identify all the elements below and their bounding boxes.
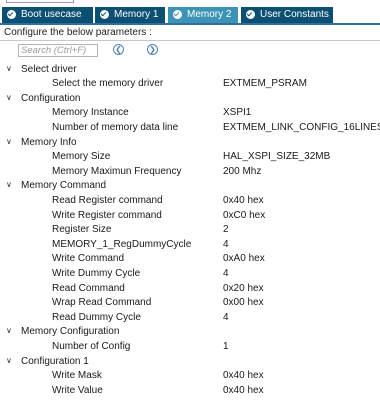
parameter-value[interactable]: HAL_XSPI_SIZE_32MB xyxy=(223,150,330,164)
section-header[interactable]: ∨ Memory Info xyxy=(0,136,380,151)
parameter-row[interactable]: Select the memory driver EXTMEM_PSRAM xyxy=(0,77,380,92)
chevron-down-icon[interactable]: ∨ xyxy=(6,62,12,76)
check-icon xyxy=(100,10,109,19)
search-input[interactable]: Search (Ctrl+F) xyxy=(18,44,98,57)
section-title: Memory Info xyxy=(21,136,77,148)
chevron-down-icon[interactable]: ∨ xyxy=(6,354,12,368)
parameter-name: Number of Config xyxy=(52,340,131,352)
parameter-name: Write Dummy Cycle xyxy=(52,267,141,279)
check-icon xyxy=(7,10,16,19)
parameter-row[interactable]: Number of memory data line EXTMEM_LINK_CO… xyxy=(0,121,380,136)
parameter-name: Write Mask xyxy=(52,370,102,382)
parameter-name: Memory Size xyxy=(52,151,111,163)
section-header[interactable]: ∨ Select driver xyxy=(0,63,380,78)
parameter-value[interactable]: XSPI1 xyxy=(223,106,251,120)
section-header[interactable]: ∨ Memory Configuration xyxy=(0,325,380,340)
parameter-value[interactable]: 4 xyxy=(223,267,229,281)
parameter-name: Read Dummy Cycle xyxy=(52,311,141,323)
parameter-value[interactable]: 4 xyxy=(223,238,229,252)
parameter-name: Wrap Read Command xyxy=(52,297,152,309)
parameter-value[interactable]: 0x20 hex xyxy=(223,282,264,296)
parameter-row[interactable]: Read Dummy Cycle 4 xyxy=(0,311,380,326)
section-header[interactable]: ∨ Memory Command xyxy=(0,179,380,194)
parameter-value[interactable]: EXTMEM_PSRAM xyxy=(223,77,307,91)
chevron-down-icon[interactable]: ∨ xyxy=(6,135,12,149)
check-icon xyxy=(246,10,255,19)
parameter-name: Number of memory data line xyxy=(52,121,179,133)
parameter-row[interactable]: Memory Maximun Frequency 200 Mhz xyxy=(0,165,380,180)
section-header[interactable]: ∨ Configuration xyxy=(0,92,380,107)
tab-memory-2[interactable]: Memory 2 xyxy=(168,7,238,23)
parameter-value[interactable]: 1 xyxy=(223,340,229,354)
parameter-row[interactable]: Write Dummy Cycle 4 xyxy=(0,267,380,282)
parameter-value[interactable]: 2 xyxy=(223,223,229,237)
check-icon xyxy=(173,10,182,19)
parameter-value[interactable]: 200 Mhz xyxy=(223,165,261,179)
parameter-row[interactable]: Memory Size HAL_XSPI_SIZE_32MB xyxy=(0,150,380,165)
parameter-value[interactable]: 0x40 hex xyxy=(223,384,264,398)
parameter-value[interactable]: 0x00 hex xyxy=(223,296,264,310)
section-title: Memory Configuration xyxy=(21,326,120,338)
section-title: Configuration 1 xyxy=(21,355,89,367)
parameter-name: Read Register command xyxy=(52,194,163,206)
tab-user-constants[interactable]: User Constants xyxy=(241,7,333,23)
tab-label: User Constants xyxy=(260,9,329,20)
parameter-row[interactable]: Write Register command 0xC0 hex xyxy=(0,209,380,224)
parameter-value[interactable]: EXTMEM_LINK_CONFIG_16LINES xyxy=(223,121,380,135)
parameter-row[interactable]: Memory Instance XSPI1 xyxy=(0,106,380,121)
tab-label: Boot usecase xyxy=(21,9,82,20)
tab-memory-1[interactable]: Memory 1 xyxy=(95,7,165,23)
parameter-name: Write Register command xyxy=(52,209,162,221)
parameter-row[interactable]: Read Command 0x20 hex xyxy=(0,282,380,297)
parameter-value[interactable]: 0xC0 hex xyxy=(223,209,265,223)
parameter-row[interactable]: Read Register command 0x40 hex xyxy=(0,194,380,209)
previous-match-icon[interactable]: ❮ xyxy=(113,44,124,55)
tab-label: Memory 1 xyxy=(114,9,159,20)
tab-underline xyxy=(0,23,380,25)
parameter-name: Register Size xyxy=(52,224,112,236)
instructions-text: Configure the below parameters : xyxy=(4,27,152,38)
parameter-row[interactable]: Register Size 2 xyxy=(0,223,380,238)
parameter-name: Select the memory driver xyxy=(52,78,164,90)
parameter-name: Read Command xyxy=(52,282,125,294)
parameter-row[interactable]: Wrap Read Command 0x00 hex xyxy=(0,296,380,311)
section-title: Configuration xyxy=(21,92,81,104)
parameter-name: MEMORY_1_RegDummyCycle xyxy=(52,238,192,250)
top-tab-edge xyxy=(6,0,74,3)
chevron-down-icon[interactable]: ∨ xyxy=(6,324,12,338)
parameter-row[interactable]: Write Command 0xA0 hex xyxy=(0,252,380,267)
parameter-value[interactable]: 0xA0 hex xyxy=(223,252,265,266)
next-match-icon[interactable]: ❯ xyxy=(147,44,158,55)
parameter-row[interactable]: MEMORY_1_RegDummyCycle 4 xyxy=(0,238,380,253)
parameter-row[interactable]: Write Value 0x40 hex xyxy=(0,384,380,399)
parameter-name: Memory Maximun Frequency xyxy=(52,165,182,177)
parameter-name: Write Value xyxy=(52,384,103,396)
chevron-down-icon[interactable]: ∨ xyxy=(6,91,12,105)
parameter-value[interactable]: 0x40 hex xyxy=(223,194,264,208)
divider xyxy=(0,40,380,41)
chevron-down-icon[interactable]: ∨ xyxy=(6,178,12,192)
tab-boot-usecase[interactable]: Boot usecase xyxy=(2,7,93,23)
tab-label: Memory 2 xyxy=(187,9,232,20)
section-header[interactable]: ∨ Configuration 1 xyxy=(0,355,380,370)
parameter-row[interactable]: Number of Config 1 xyxy=(0,340,380,355)
parameter-value[interactable]: 4 xyxy=(223,311,229,325)
parameter-name: Memory Instance xyxy=(52,107,129,119)
parameter-value[interactable]: 0x40 hex xyxy=(223,369,264,383)
section-title: Select driver xyxy=(21,63,77,75)
parameter-row[interactable]: Write Mask 0x40 hex xyxy=(0,369,380,384)
parameter-name: Write Command xyxy=(52,253,125,265)
section-title: Memory Command xyxy=(21,180,107,192)
